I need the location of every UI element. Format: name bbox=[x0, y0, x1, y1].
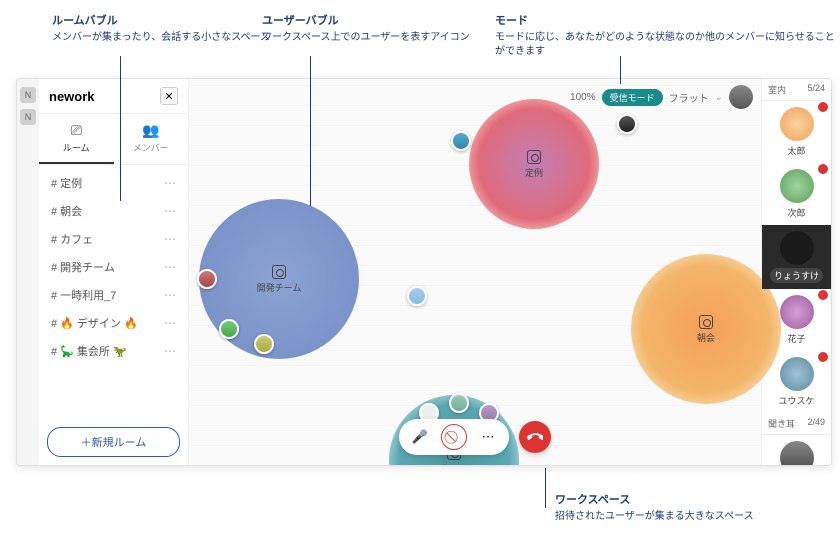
control-dock: 🎤 ⃠ ⋯ bbox=[399, 419, 551, 455]
status-badge bbox=[817, 163, 829, 175]
nav-rail: N N bbox=[17, 79, 39, 465]
room-list: # 定例⋯ # 朝会⋯ # カフェ⋯ # 開発チーム⋯ # 一時利用_7⋯ # … bbox=[39, 165, 188, 419]
mode-select[interactable]: フラット bbox=[669, 90, 709, 105]
avatar bbox=[780, 107, 814, 141]
chevron-down-icon[interactable]: ⌄ bbox=[715, 92, 723, 103]
avatar bbox=[780, 357, 814, 391]
room-more-icon[interactable]: ⋯ bbox=[164, 232, 176, 246]
avatar bbox=[780, 169, 814, 203]
room-item[interactable]: # 朝会⋯ bbox=[39, 197, 188, 225]
avatar bbox=[780, 441, 814, 466]
status-badge bbox=[817, 101, 829, 113]
zoom-level[interactable]: 100% bbox=[570, 92, 596, 103]
room-bubble-morning[interactable]: 朝会 bbox=[631, 254, 781, 404]
nav-workspace-2[interactable]: N bbox=[20, 109, 36, 125]
room-bubble-teiri[interactable]: 定例 bbox=[469, 99, 599, 229]
sidebar-header: nework ✕ bbox=[39, 79, 188, 114]
member-item[interactable]: ユウスケ bbox=[762, 351, 831, 413]
avatar bbox=[780, 231, 814, 265]
close-button[interactable]: ✕ bbox=[160, 87, 178, 105]
hangup-button[interactable] bbox=[519, 421, 551, 453]
topbar: 100% 受信モード フラット ⌄ bbox=[570, 85, 753, 109]
user-bubble[interactable] bbox=[197, 269, 217, 289]
workspace-canvas[interactable]: 100% 受信モード フラット ⌄ 開発チーム 定例 朝会 カフェ bbox=[189, 79, 761, 465]
user-bubble[interactable] bbox=[451, 131, 471, 151]
user-bubble[interactable] bbox=[407, 286, 427, 306]
sidebar-tabs: ⎚ ルーム 👥 メンバー bbox=[39, 114, 188, 165]
room-item[interactable]: # 一時利用_7⋯ bbox=[39, 281, 188, 309]
room-more-icon[interactable]: ⋯ bbox=[164, 316, 176, 330]
room-more-icon[interactable]: ⋯ bbox=[164, 344, 176, 358]
user-bubble[interactable] bbox=[219, 319, 239, 339]
room-item[interactable]: # 🦕 集会所 🦖⋯ bbox=[39, 337, 188, 365]
room-item[interactable]: # 開発チーム⋯ bbox=[39, 253, 188, 281]
avatar bbox=[780, 295, 814, 329]
rooms-icon: ⎚ bbox=[39, 122, 114, 139]
app-name: nework bbox=[49, 89, 95, 104]
room-icon bbox=[699, 315, 713, 329]
user-bubble[interactable] bbox=[449, 393, 469, 413]
mic-button[interactable]: 🎤 bbox=[409, 426, 431, 448]
status-badge bbox=[817, 289, 829, 301]
current-user-avatar[interactable] bbox=[729, 85, 753, 109]
member-item[interactable]: 花子 bbox=[762, 289, 831, 351]
room-item[interactable]: # 定例⋯ bbox=[39, 169, 188, 197]
room-more-icon[interactable]: ⋯ bbox=[164, 176, 176, 190]
sidebar: nework ✕ ⎚ ルーム 👥 メンバー # 定例⋯ # 朝会⋯ # カフェ⋯… bbox=[39, 79, 189, 465]
member-item-active[interactable]: りょうすけ bbox=[762, 225, 831, 289]
user-bubble[interactable] bbox=[617, 114, 637, 134]
member-section-header: 室内5/24 bbox=[762, 79, 831, 101]
annotation-room: ルームバブル メンバーが集まったり、会話する小さなスペース bbox=[52, 14, 270, 45]
room-item[interactable]: # 🔥 デザイン 🔥⋯ bbox=[39, 309, 188, 337]
room-bubble-dev[interactable]: 開発チーム bbox=[199, 199, 359, 359]
room-more-icon[interactable]: ⋯ bbox=[164, 260, 176, 274]
annotation-workspace: ワークスペース 招待されたユーザーが集まる大きなスペース bbox=[555, 493, 754, 524]
more-button[interactable]: ⋯ bbox=[477, 426, 499, 448]
member-item[interactable]: 太郎 bbox=[762, 101, 831, 163]
member-item[interactable] bbox=[762, 435, 831, 466]
room-icon bbox=[527, 150, 541, 164]
camera-off-button[interactable]: ⃠ bbox=[441, 424, 467, 450]
tab-rooms[interactable]: ⎚ ルーム bbox=[39, 114, 114, 164]
app-window: N N nework ✕ ⎚ ルーム 👥 メンバー # 定例⋯ # 朝会⋯ # … bbox=[16, 78, 832, 466]
annotation-mode: モード モードに応じ、あなたがどのような状態なのか他のメンバーに知らせることがで… bbox=[495, 14, 840, 59]
room-item[interactable]: # カフェ⋯ bbox=[39, 225, 188, 253]
room-more-icon[interactable]: ⋯ bbox=[164, 288, 176, 302]
status-badge bbox=[817, 351, 829, 363]
room-icon bbox=[272, 265, 286, 279]
annotation-user: ユーザーバブル ワークスペース上でのユーザーを表すアイコン bbox=[262, 14, 470, 45]
tab-members[interactable]: 👥 メンバー bbox=[114, 114, 189, 164]
mode-pill[interactable]: 受信モード bbox=[602, 89, 663, 106]
member-panel: 室内5/24 太郎 次郎 りょうすけ 花子 ユウスケ 聞き耳2/49 bbox=[761, 79, 831, 465]
member-section-header: 聞き耳2/49 bbox=[762, 413, 831, 435]
room-more-icon[interactable]: ⋯ bbox=[164, 204, 176, 218]
member-item[interactable]: 次郎 bbox=[762, 163, 831, 225]
user-bubble[interactable] bbox=[254, 334, 274, 354]
phone-icon bbox=[527, 429, 543, 445]
new-room-button[interactable]: ＋新規ルーム bbox=[47, 427, 180, 457]
dock-group: 🎤 ⃠ ⋯ bbox=[399, 419, 509, 455]
nav-workspace-1[interactable]: N bbox=[20, 87, 36, 103]
members-icon: 👥 bbox=[114, 122, 189, 139]
